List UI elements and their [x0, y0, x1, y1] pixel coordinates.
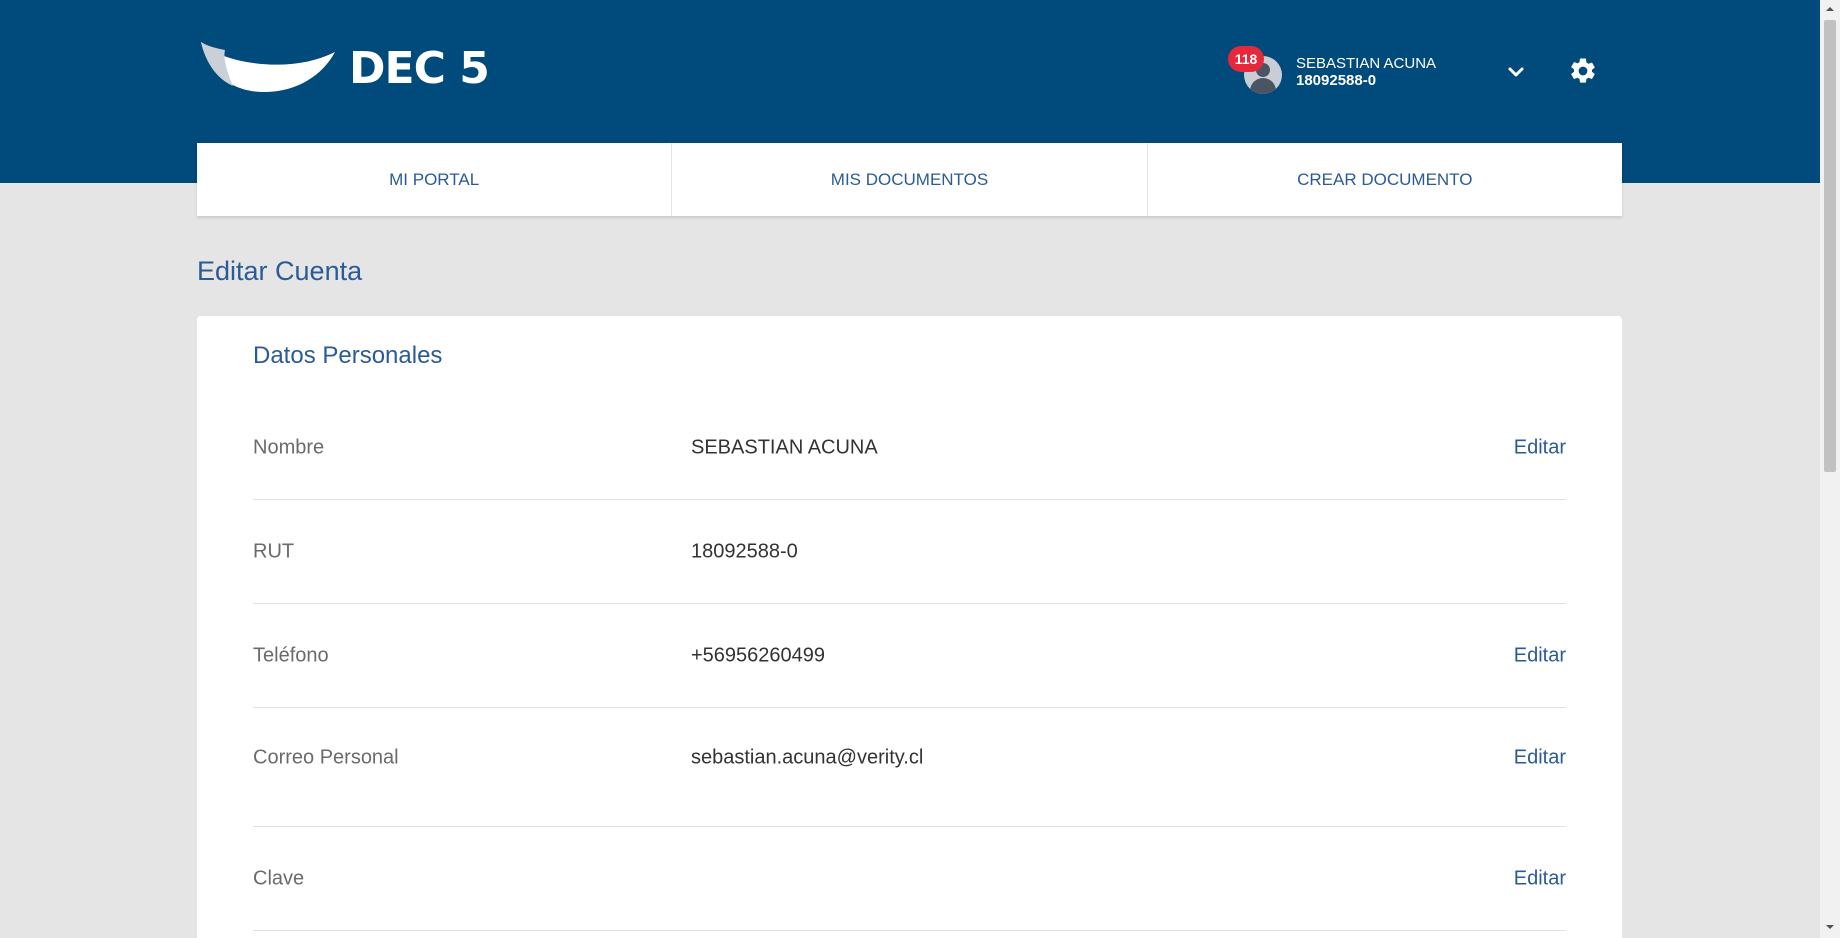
- main-nav: MI PORTAL MIS DOCUMENTOS CREAR DOCUMENTO: [197, 143, 1622, 216]
- row-value: SEBASTIAN ACUNA: [691, 436, 878, 458]
- logo[interactable]: DEC 5: [197, 38, 490, 98]
- row-label: Clave: [253, 867, 305, 889]
- section-title: Datos Personales: [253, 342, 443, 369]
- row-label: Correo Personal: [253, 746, 399, 769]
- row-value: +56956260499: [691, 644, 826, 666]
- wave-logo-icon: [201, 42, 335, 93]
- edit-correo-link[interactable]: Editar: [1514, 746, 1566, 769]
- page-title: Editar Cuenta: [197, 256, 363, 286]
- scroll-up-icon[interactable]: [1825, 4, 1835, 14]
- notification-badge[interactable]: 118: [1228, 46, 1264, 72]
- row-nombre: Nombre SEBASTIAN ACUNA Editar: [253, 396, 1566, 500]
- user-name: SEBASTIAN ACUNA: [1296, 55, 1437, 72]
- scroll-thumb[interactable]: [1824, 20, 1836, 472]
- gear-icon[interactable]: [1568, 56, 1598, 86]
- page: DEC 5 118 SEBASTIAN ACUNA 18092588-0 MI …: [0, 0, 1840, 938]
- user-rut: 18092588-0: [1296, 72, 1377, 89]
- row-value: sebastian.acuna@verity.cl: [691, 746, 924, 769]
- personal-data-card: Datos Personales Nombre SEBASTIAN ACUNA …: [197, 316, 1622, 938]
- tab-mi-portal[interactable]: MI PORTAL: [197, 143, 673, 216]
- tab-mis-documentos[interactable]: MIS DOCUMENTOS: [672, 143, 1148, 216]
- vertical-scrollbar[interactable]: [1820, 0, 1840, 938]
- logo-text: DEC 5: [349, 42, 490, 94]
- avatar-body: [1250, 78, 1276, 94]
- scroll-down-icon[interactable]: [1825, 922, 1835, 932]
- row-rut: RUT 18092588-0: [253, 500, 1566, 604]
- row-clave: Clave Editar: [253, 827, 1566, 931]
- row-telefono: Teléfono +56956260499 Editar: [253, 604, 1566, 708]
- personal-data-list: Nombre SEBASTIAN ACUNA Editar RUT 180925…: [253, 396, 1566, 931]
- row-label: RUT: [253, 540, 295, 562]
- edit-clave-link[interactable]: Editar: [1514, 867, 1566, 890]
- edit-nombre-link[interactable]: Editar: [1514, 436, 1566, 459]
- edit-telefono-link[interactable]: Editar: [1514, 644, 1566, 667]
- row-label: Nombre: [253, 436, 325, 458]
- row-label: Teléfono: [253, 644, 329, 666]
- row-value: 18092588-0: [691, 540, 798, 562]
- tab-crear-documento[interactable]: CREAR DOCUMENTO: [1148, 143, 1622, 216]
- chevron-down-icon[interactable]: [1506, 62, 1526, 82]
- row-correo-personal: Correo Personal sebastian.acuna@verity.c…: [253, 708, 1566, 827]
